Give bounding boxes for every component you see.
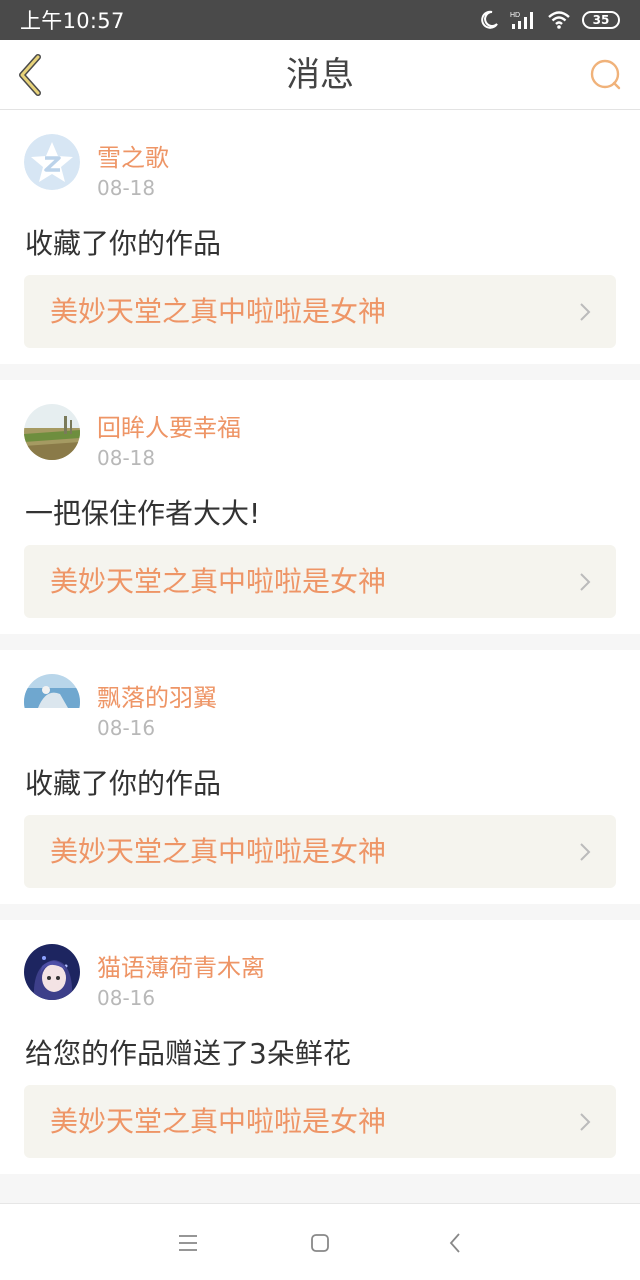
battery-icon: 35 <box>582 11 620 29</box>
message-date: 08-16 <box>97 716 156 740</box>
page-title: 消息 <box>286 55 354 95</box>
chevron-right-icon <box>580 843 591 861</box>
message-list: 雪之歌 08-18 收藏了你的作品 美妙天堂之真中啦啦是女神 回眸人要幸福 08… <box>0 110 640 1190</box>
message-date: 08-16 <box>97 986 156 1010</box>
work-title: 美妙天堂之真中啦啦是女神 <box>50 1105 387 1138</box>
nav-back-button[interactable] <box>440 1228 470 1258</box>
username[interactable]: 飘落的羽翼 <box>97 678 217 713</box>
message-text: 给您的作品赠送了3朵鲜花 <box>25 1037 351 1070</box>
svg-text:HD: HD <box>510 12 520 19</box>
work-title: 美妙天堂之真中啦啦是女神 <box>50 295 387 328</box>
message-card: 雪之歌 08-18 收藏了你的作品 美妙天堂之真中啦啦是女神 <box>0 110 640 364</box>
home-button[interactable] <box>305 1228 335 1258</box>
battery-level: 35 <box>592 13 610 27</box>
back-icon <box>449 1233 460 1253</box>
menu-icon <box>179 1235 197 1251</box>
status-time: 上午10:57 <box>20 9 125 33</box>
search-button[interactable] <box>586 55 626 95</box>
default-avatar-icon[interactable] <box>24 134 80 190</box>
status-bar: 上午10:57 HD 35 <box>0 0 640 40</box>
work-link[interactable]: 美妙天堂之真中啦啦是女神 <box>24 275 616 348</box>
work-title: 美妙天堂之真中啦啦是女神 <box>50 565 387 598</box>
message-text: 一把保住作者大大! <box>25 497 261 530</box>
landscape-photo[interactable] <box>24 404 80 460</box>
message-date: 08-18 <box>97 176 156 200</box>
hd-signal-icon: HD <box>510 12 533 29</box>
system-nav-bar <box>0 1203 640 1280</box>
work-link[interactable]: 美妙天堂之真中啦啦是女神 <box>24 1085 616 1158</box>
sky-photo[interactable] <box>24 674 80 730</box>
message-card: 飘落的羽翼 08-16 收藏了你的作品 美妙天堂之真中啦啦是女神 <box>0 650 640 904</box>
message-text: 收藏了你的作品 <box>25 767 222 800</box>
app-header: 消息 <box>0 40 640 110</box>
work-link[interactable]: 美妙天堂之真中啦啦是女神 <box>24 815 616 888</box>
wifi-icon <box>548 11 570 29</box>
username[interactable]: 雪之歌 <box>97 138 169 173</box>
status-icons: HD 35 <box>479 10 620 30</box>
message-card: 猫语薄荷青木离 08-16 给您的作品赠送了3朵鲜花 美妙天堂之真中啦啦是女神 <box>0 920 640 1174</box>
work-title: 美妙天堂之真中啦啦是女神 <box>50 835 387 868</box>
home-icon <box>311 1234 329 1252</box>
chevron-right-icon <box>580 303 591 321</box>
username[interactable]: 猫语薄荷青木离 <box>97 948 265 983</box>
moon-icon <box>481 10 498 29</box>
chevron-right-icon <box>580 573 591 591</box>
username[interactable]: 回眸人要幸福 <box>97 408 241 443</box>
menu-button[interactable] <box>173 1228 203 1258</box>
message-card: 回眸人要幸福 08-18 一把保住作者大大! 美妙天堂之真中啦啦是女神 <box>0 380 640 634</box>
work-link[interactable]: 美妙天堂之真中啦啦是女神 <box>24 545 616 618</box>
chevron-right-icon <box>580 1113 591 1131</box>
anime-portrait[interactable] <box>24 944 80 1000</box>
message-date: 08-18 <box>97 446 156 470</box>
message-text: 收藏了你的作品 <box>25 227 222 260</box>
search-icon <box>590 59 621 90</box>
